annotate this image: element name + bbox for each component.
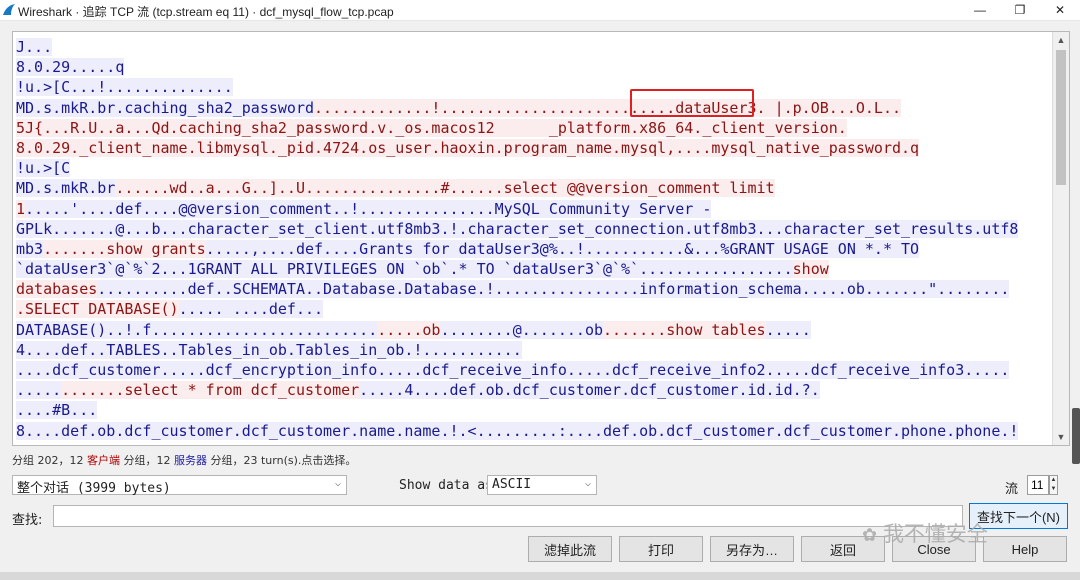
client-data-segment[interactable]: databases — [16, 280, 98, 299]
scroll-down-icon[interactable]: ▼ — [1053, 429, 1069, 445]
server-data-segment[interactable]: .....4....def.ob.dcf_customer.dcf_custom… — [359, 381, 820, 400]
client-label: 客户端 — [87, 454, 120, 467]
client-data-segment[interactable]: .......show grants — [43, 239, 206, 258]
chevron-down-icon: ⌵ — [584, 478, 591, 489]
title-bar: Wireshark · 追踪 TCP 流 (tcp.stream eq 11) … — [0, 0, 1080, 21]
status-line: 分组 202，12 客户端 分组，12 服务器 分组，23 turn(s).点击… — [12, 454, 357, 467]
show-data-select[interactable]: ASCII ⌵ — [487, 475, 597, 495]
server-data-segment[interactable]: mb3 — [16, 239, 44, 258]
stream-line[interactable]: MD.s.mkR.br.caching_sha2_password.......… — [16, 98, 1049, 118]
window-title: Wireshark · 追踪 TCP 流 (tcp.stream eq 11) … — [18, 5, 394, 19]
server-data-segment[interactable]: ..... ....def... — [178, 300, 324, 319]
stream-line[interactable]: ............select * from dcf_customer..… — [16, 380, 1049, 400]
server-data-segment[interactable]: ..........def..SCHEMATA..Database.Databa… — [97, 280, 1010, 299]
client-data-segment[interactable]: 5J{...R.U..a...Qd.caching_sha2_password.… — [16, 118, 847, 137]
stream-line[interactable]: J... — [16, 37, 1049, 57]
stream-line[interactable]: !u.>[C...!.............. — [16, 77, 1049, 97]
close-window-button[interactable]: ✕ — [1040, 0, 1080, 20]
stream-line[interactable]: mb3.......show grants.....,....def....Gr… — [16, 239, 1049, 259]
client-data-segment[interactable]: 1 — [16, 199, 26, 218]
server-data-segment[interactable]: .....,....def....Grants for dataUser3@%.… — [205, 239, 920, 258]
stream-line[interactable]: `dataUser3`@`%`2...1GRANT ALL PRIVILEGES… — [16, 259, 1049, 279]
server-data-segment[interactable]: MD.s.mkR.br.caching_sha2_password — [16, 98, 315, 117]
client-data-segment[interactable]: .......show tables — [603, 320, 766, 339]
server-label: 服务器 — [174, 454, 207, 467]
stream-line[interactable]: ....dcf_customer.....dcf_encryption_info… — [16, 360, 1049, 380]
scroll-thumb[interactable] — [1056, 50, 1066, 185]
client-data-segment[interactable]: .......select * from dcf_customer — [61, 381, 360, 400]
stream-line[interactable]: DATABASE()..!.f.........................… — [16, 320, 1049, 340]
client-data-segment[interactable]: .....ob — [377, 320, 441, 339]
help-button[interactable]: Help — [983, 536, 1067, 562]
server-data-segment[interactable]: DATABASE()..!.f......................... — [16, 320, 378, 339]
taskbar-strip — [0, 572, 1080, 580]
server-data-segment[interactable]: 4....def..TABLES..Tables_in_ob.Tables_in… — [16, 340, 522, 359]
watermark: ✿ 我不懂安全 — [862, 523, 988, 546]
find-label: 查找: — [12, 513, 43, 528]
stream-number-input[interactable]: 11 — [1027, 475, 1049, 495]
server-data-segment[interactable]: 8.0.29.....q — [16, 58, 125, 77]
stream-line[interactable]: 8.0.29._client_name.libmysql._pid.4724.o… — [16, 138, 1049, 158]
server-data-segment[interactable]: `dataUser3`@`%`2...1GRANT ALL PRIVILEGES… — [16, 260, 793, 279]
filter-out-button[interactable]: 滤掉此流 — [528, 536, 612, 562]
server-data-segment[interactable]: !u.>[C...!.............. — [16, 78, 233, 97]
wireshark-fin-icon — [3, 4, 15, 15]
client-data-segment[interactable]: 8.0.29._client_name.libmysql._pid.4724.o… — [16, 138, 920, 157]
client-data-segment[interactable]: show — [792, 260, 829, 279]
print-button[interactable]: 打印 — [619, 536, 703, 562]
stream-line[interactable]: 5J{...R.U..a...Qd.caching_sha2_password.… — [16, 118, 1049, 138]
client-data-segment[interactable]: .SELECT DATABASE() — [16, 300, 179, 319]
vertical-scrollbar[interactable]: ▲ ▼ — [1052, 32, 1069, 445]
stream-line[interactable]: 1.....'....def....@@version_comment..!..… — [16, 199, 1049, 219]
server-data-segment[interactable]: !u.>[C — [16, 159, 71, 178]
stream-content-pane[interactable]: J... 8.0.29.....q !u.>[C...!..............… — [12, 31, 1070, 446]
server-data-segment[interactable]: GPLk.......@...b...character_set_client.… — [16, 219, 1019, 238]
stream-line[interactable]: ....#B... — [16, 400, 1049, 420]
conversation-select[interactable]: 整个对话 (3999 bytes) ⌵ — [12, 475, 347, 496]
server-data-segment[interactable]: .....'....def....@@version_comment..!...… — [25, 199, 712, 218]
scroll-up-icon[interactable]: ▲ — [1053, 32, 1069, 48]
restore-button[interactable]: ❐ — [1000, 0, 1040, 20]
server-data-segment[interactable]: MD.s.mkR.br — [16, 179, 116, 198]
minimize-button[interactable]: — — [960, 0, 1000, 20]
stream-line[interactable]: 8.0.29.....q — [16, 57, 1049, 77]
server-data-segment[interactable]: ....dcf_customer.....dcf_encryption_info… — [16, 361, 1010, 379]
stream-line[interactable]: MD.s.mkR.br......wd..a...G..]..U........… — [16, 178, 1049, 198]
find-input[interactable] — [53, 505, 963, 527]
server-data-segment[interactable]: ....#B... — [16, 401, 98, 420]
highlight-box — [630, 89, 754, 117]
server-data-segment[interactable]: 8....def.ob.dcf_customer.dcf_customer.na… — [16, 421, 1019, 440]
stream-line[interactable]: databases..........def..SCHEMATA..Databa… — [16, 279, 1049, 299]
stream-line[interactable]: !u.>[C — [16, 158, 1049, 178]
stream-text[interactable]: J... 8.0.29.....q !u.>[C...!..............… — [16, 37, 1049, 442]
stream-line[interactable]: .SELECT DATABASE()..... ....def... — [16, 299, 1049, 319]
server-data-segment[interactable]: J... — [16, 38, 53, 56]
show-data-label: Show data as — [399, 478, 493, 493]
save-as-button[interactable]: 另存为… — [710, 536, 794, 562]
chevron-down-icon: ⌵ — [334, 478, 341, 489]
server-data-segment[interactable]: ..... — [16, 381, 62, 400]
server-data-segment[interactable]: ........@.......ob — [440, 320, 604, 339]
stream-line[interactable]: 8....def.ob.dcf_customer.dcf_customer.na… — [16, 421, 1049, 441]
client-data-segment[interactable]: ......wd..a...G..]..U...............#...… — [115, 179, 775, 198]
stream-label: 流 — [1005, 482, 1019, 497]
side-panel-handle[interactable] — [1072, 408, 1080, 464]
stream-line[interactable]: GPLk.......@...b...character_set_client.… — [16, 219, 1049, 239]
stream-line[interactable]: 4....def..TABLES..Tables_in_ob.Tables_in… — [16, 340, 1049, 360]
server-data-segment[interactable]: ..... — [765, 320, 811, 339]
wechat-icon: ✿ — [862, 525, 878, 545]
client-data-segment[interactable]: .............!..........................… — [314, 98, 902, 117]
stream-spinner[interactable]: ▲ ▼ — [1049, 475, 1058, 495]
